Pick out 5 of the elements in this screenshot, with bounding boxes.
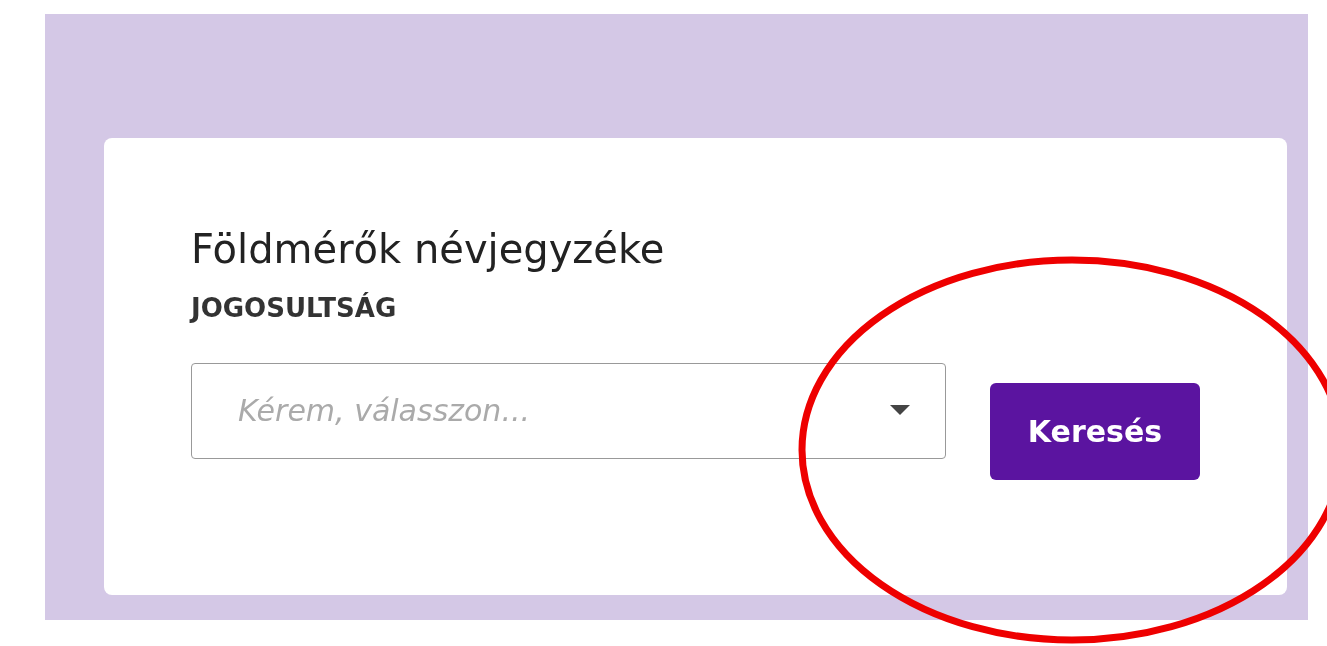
card-title: Földmérők névjegyzéke [191, 225, 666, 273]
select-field[interactable]: Kérem, válasszon... [191, 362, 946, 459]
field-label: JOGOSULTSÁG [191, 293, 398, 323]
search-button[interactable]: Keresés [990, 383, 1200, 480]
caret-icon [890, 404, 910, 415]
